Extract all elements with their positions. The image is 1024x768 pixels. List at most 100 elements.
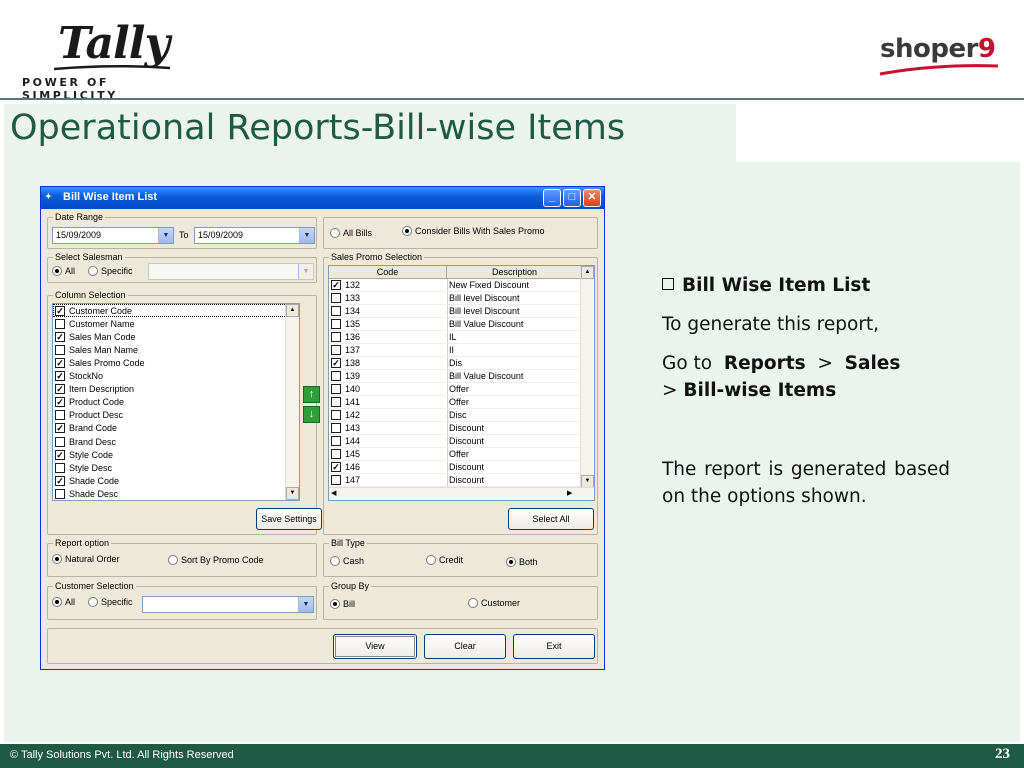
promo-grid[interactable]: Code Description ✓ 132 New Fixed Discount 1… <box>328 265 595 501</box>
move-up-button[interactable]: ↑ <box>303 386 320 403</box>
column-list-item[interactable]: ✓ Product Code <box>53 396 287 409</box>
checkbox[interactable] <box>55 488 65 499</box>
checkbox[interactable] <box>331 384 341 394</box>
column-list-item[interactable]: ✓ Brand Code <box>53 422 287 435</box>
both-radio[interactable]: Both <box>506 557 538 567</box>
checkbox[interactable] <box>331 319 341 329</box>
promo-row[interactable]: 134 Bill level Discount <box>329 305 582 318</box>
checkbox[interactable]: ✓ <box>55 397 65 408</box>
scroll-up-icon[interactable]: ▲ <box>286 304 299 317</box>
promo-row[interactable]: 137 II <box>329 344 582 357</box>
promo-row[interactable]: ✓ 138 Dis <box>329 357 582 370</box>
promo-row[interactable]: 135 Bill Value Discount <box>329 318 582 331</box>
chevron-down-icon[interactable]: ▼ <box>158 228 173 243</box>
credit-radio[interactable]: Credit <box>426 555 463 565</box>
promo-row[interactable]: 143 Discount <box>329 422 582 435</box>
code-column-header[interactable]: Code <box>329 266 447 279</box>
checkbox[interactable]: ✓ <box>55 331 65 342</box>
scroll-left-icon[interactable]: ◀ <box>331 489 336 497</box>
column-list-item[interactable]: ✓ StockNo <box>53 370 287 383</box>
promo-row[interactable]: ✓ 132 New Fixed Discount <box>329 279 582 292</box>
chevron-down-icon[interactable]: ▼ <box>298 264 313 279</box>
scroll-right-icon[interactable]: ▶ <box>567 489 572 497</box>
promo-row[interactable]: 144 Discount <box>329 435 582 448</box>
checkbox[interactable] <box>55 344 65 355</box>
scroll-up-icon[interactable]: ▲ <box>581 266 594 279</box>
select-all-button[interactable]: Select All <box>508 508 594 530</box>
promo-row[interactable]: 136 IL <box>329 331 582 344</box>
customer-specific-radio[interactable]: Specific <box>88 597 133 607</box>
promo-row[interactable]: 145 Offer <box>329 448 582 461</box>
minimize-button[interactable]: _ <box>543 189 561 207</box>
checkbox[interactable]: ✓ <box>55 449 65 460</box>
scroll-down-icon[interactable]: ▼ <box>286 487 299 500</box>
column-list-item[interactable]: Sales Man Name <box>53 343 287 356</box>
promo-row[interactable]: ✓ 146 Discount <box>329 461 582 474</box>
checkbox[interactable]: ✓ <box>55 423 65 434</box>
from-date-combo[interactable]: 15/09/2009 ▼ <box>52 227 174 244</box>
checkbox[interactable]: ✓ <box>55 384 65 395</box>
checkbox[interactable]: ✓ <box>331 462 341 472</box>
checkbox[interactable] <box>331 332 341 342</box>
salesman-specific-radio[interactable]: Specific <box>88 266 133 276</box>
chevron-down-icon[interactable]: ▼ <box>298 597 313 612</box>
group-customer-radio[interactable]: Customer <box>468 598 520 608</box>
window-titlebar[interactable]: ✦ Bill Wise Item List _ □ ✕ <box>41 187 604 209</box>
checkbox[interactable]: ✓ <box>331 358 341 368</box>
all-bills-radio[interactable]: All Bills <box>330 228 372 238</box>
checkbox[interactable] <box>331 449 341 459</box>
checkbox[interactable] <box>331 345 341 355</box>
checkbox[interactable] <box>331 293 341 303</box>
column-list-scrollbar[interactable]: ▲ ▼ <box>285 304 299 500</box>
checkbox[interactable] <box>331 475 341 485</box>
promo-row[interactable]: 139 Bill Value Discount <box>329 370 582 383</box>
customer-all-radio[interactable]: All <box>52 597 75 607</box>
checkbox[interactable] <box>331 371 341 381</box>
checkbox[interactable] <box>55 462 65 473</box>
column-list-item[interactable]: Style Desc <box>53 461 287 474</box>
checkbox[interactable] <box>331 423 341 433</box>
sort-by-promo-radio[interactable]: Sort By Promo Code <box>168 555 264 565</box>
salesman-combo[interactable]: ▼ <box>148 263 314 280</box>
checkbox[interactable] <box>331 436 341 446</box>
checkbox[interactable] <box>331 306 341 316</box>
promo-row[interactable]: 141 Offer <box>329 396 582 409</box>
checkbox[interactable] <box>55 436 65 447</box>
column-list-item[interactable]: Brand Desc <box>53 435 287 448</box>
view-button[interactable]: View <box>333 634 417 659</box>
description-column-header[interactable]: Description <box>447 266 583 279</box>
checkbox[interactable]: ✓ <box>331 280 341 290</box>
save-settings-button[interactable]: Save Settings <box>256 508 322 530</box>
group-bill-radio[interactable]: Bill <box>330 599 355 609</box>
checkbox[interactable] <box>331 397 341 407</box>
checkbox[interactable] <box>331 410 341 420</box>
to-date-combo[interactable]: 15/09/2009 ▼ <box>194 227 315 244</box>
checkbox[interactable]: ✓ <box>55 305 65 316</box>
checkbox[interactable] <box>55 318 65 329</box>
clear-button[interactable]: Clear <box>424 634 506 659</box>
exit-button[interactable]: Exit <box>513 634 595 659</box>
cash-radio[interactable]: Cash <box>330 556 364 566</box>
salesman-all-radio[interactable]: All <box>52 266 75 276</box>
maximize-button[interactable]: □ <box>563 189 581 207</box>
column-list-item[interactable]: ✓ Customer Code <box>53 304 287 317</box>
column-list[interactable]: ✓ Customer Code Customer Name ✓ Sales Man Co… <box>52 303 300 501</box>
consider-promo-radio[interactable]: Consider Bills With Sales Promo <box>402 226 545 236</box>
promo-row[interactable]: 147 Discount <box>329 474 582 487</box>
move-down-button[interactable]: ↓ <box>303 406 320 423</box>
customer-combo[interactable]: ▼ <box>142 596 314 613</box>
column-list-item[interactable]: Product Desc <box>53 409 287 422</box>
checkbox[interactable] <box>55 410 65 421</box>
chevron-down-icon[interactable]: ▼ <box>299 228 314 243</box>
promo-row[interactable]: 133 Bill level Discount <box>329 292 582 305</box>
checkbox[interactable]: ✓ <box>55 475 65 486</box>
promo-grid-hscrollbar[interactable]: ◀ ▶ <box>329 487 594 500</box>
natural-order-radio[interactable]: Natural Order <box>52 554 120 564</box>
column-list-item[interactable]: ✓ Shade Code <box>53 474 287 487</box>
column-list-item[interactable]: ✓ Style Code <box>53 448 287 461</box>
column-list-item[interactable]: Customer Name <box>53 317 287 330</box>
column-list-item[interactable]: ✓ Sales Promo Code <box>53 356 287 369</box>
column-list-item[interactable]: ✓ Item Description <box>53 383 287 396</box>
checkbox[interactable]: ✓ <box>55 371 65 381</box>
checkbox[interactable]: ✓ <box>55 357 65 368</box>
